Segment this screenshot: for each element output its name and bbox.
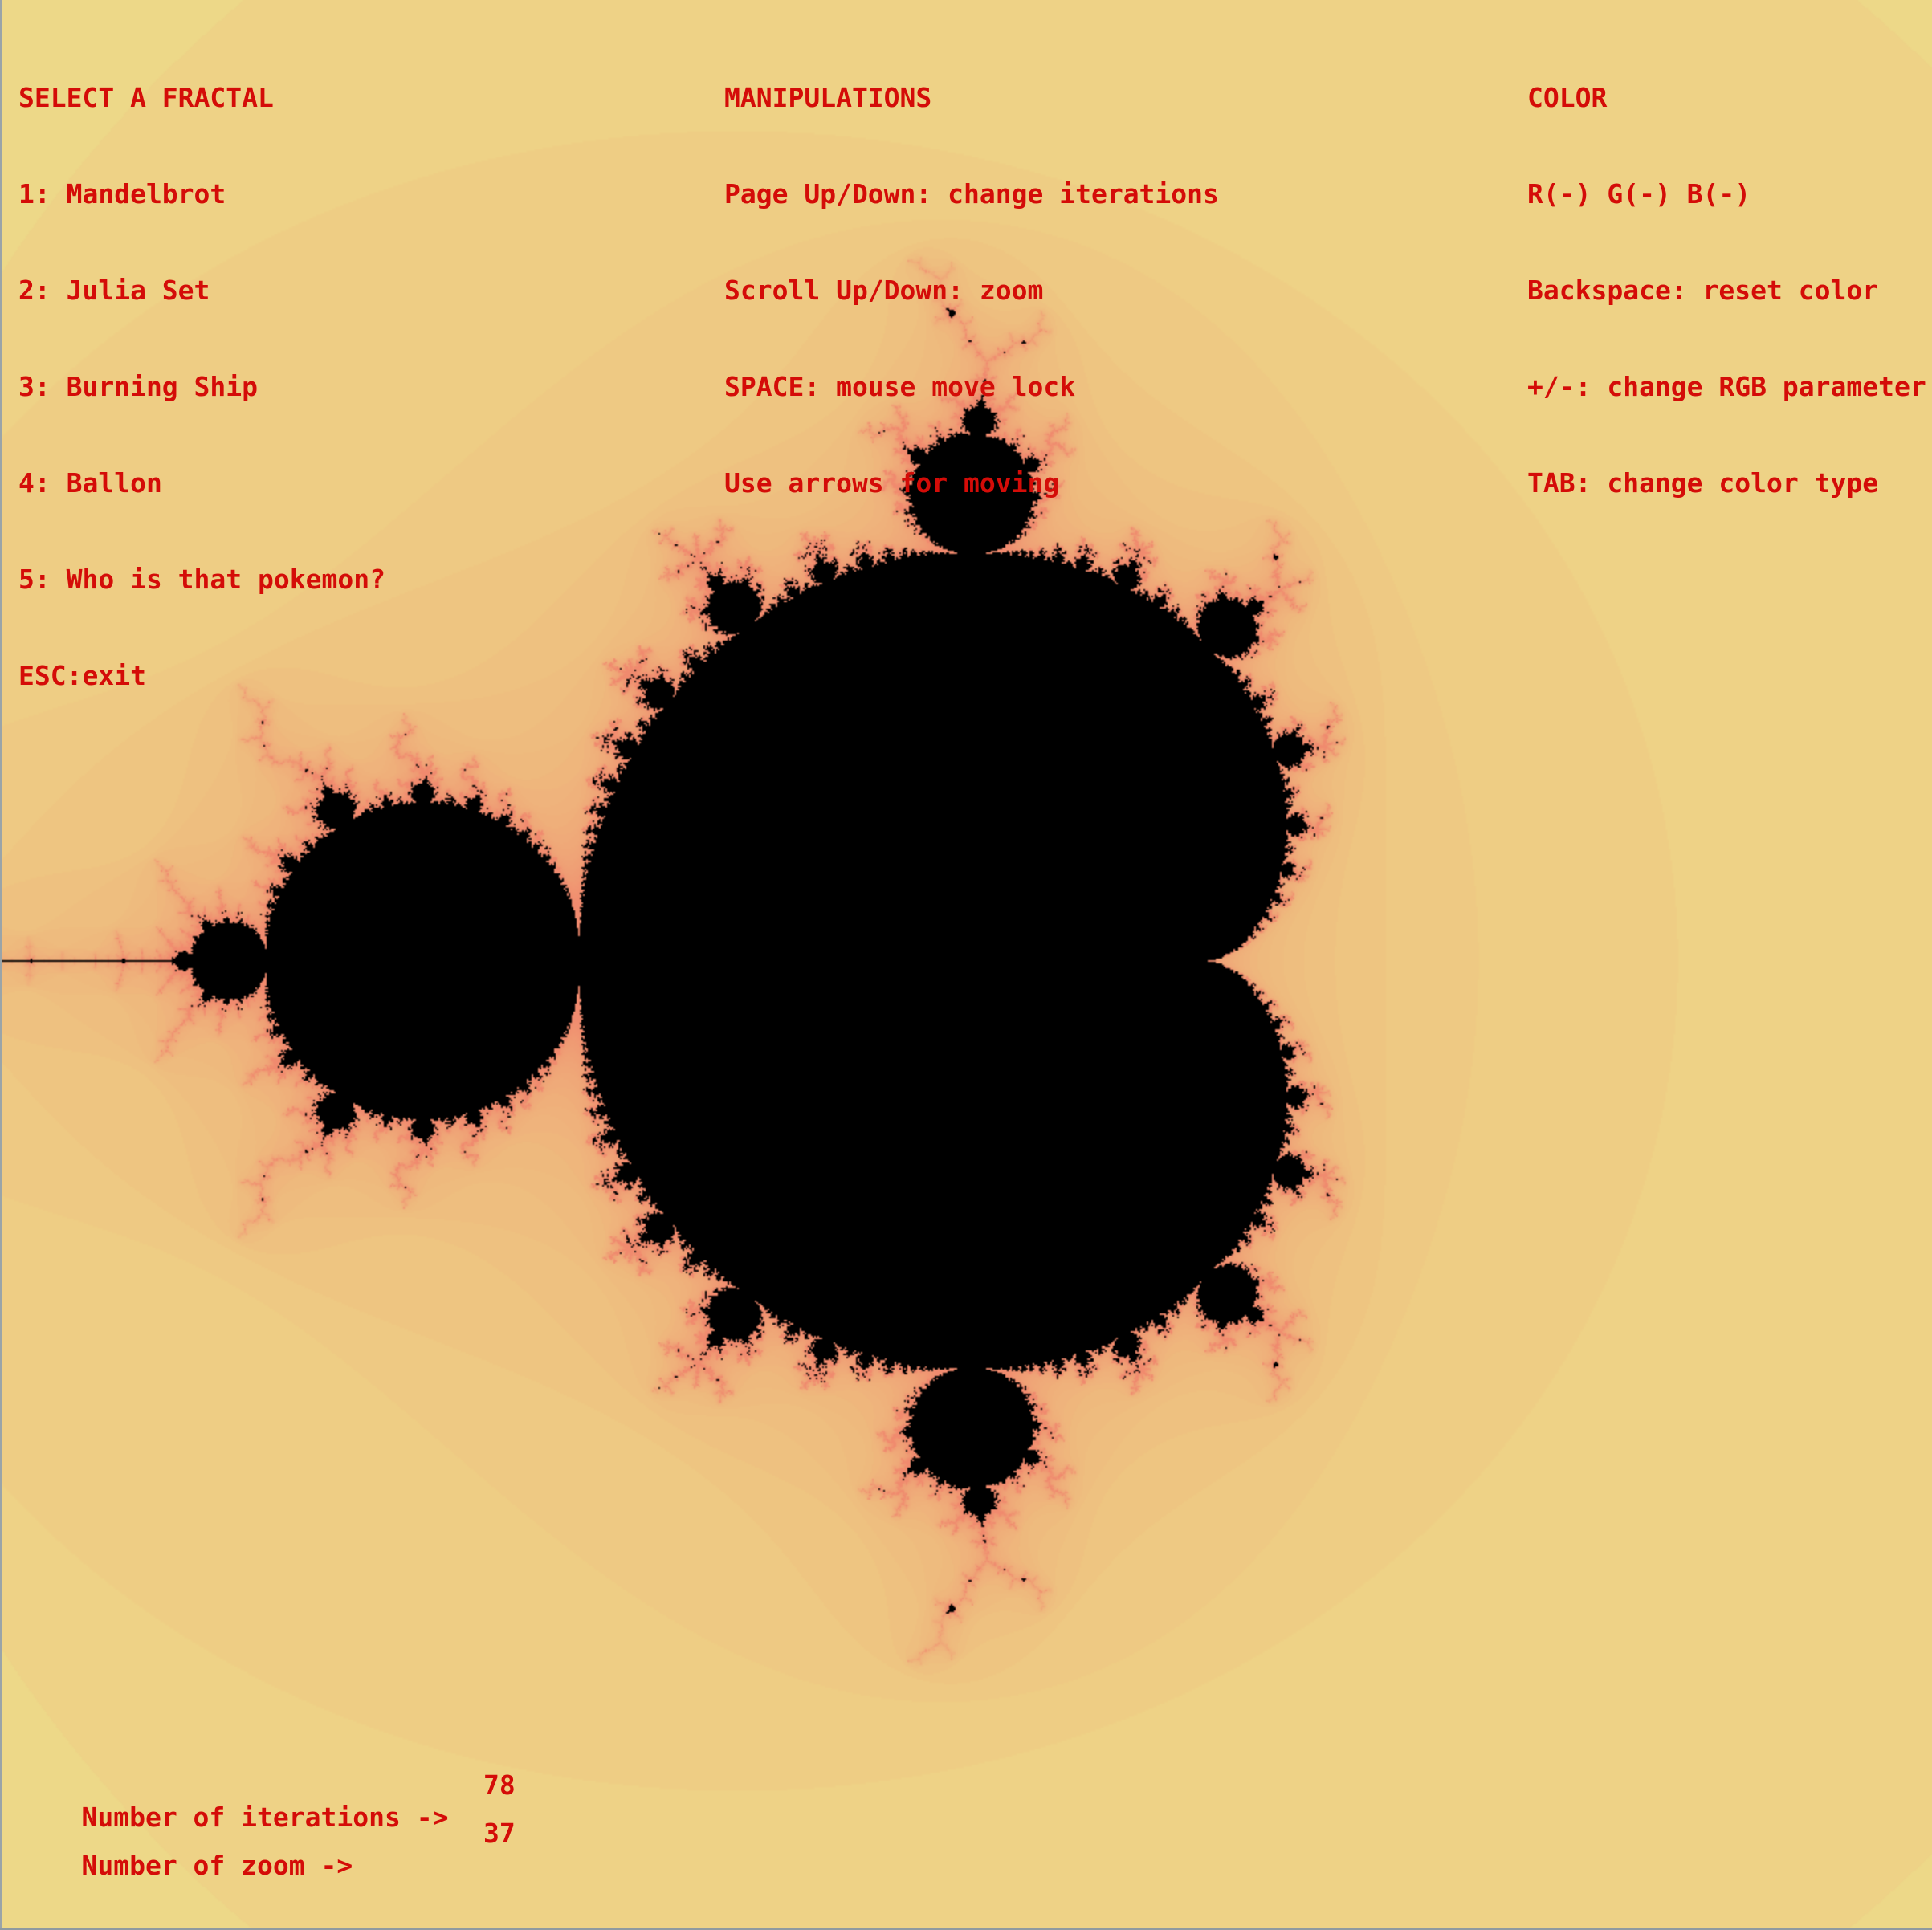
fractal-option-pokemon: 5: Who is that pokemon? bbox=[18, 564, 385, 595]
fractal-option-burning-ship: 3: Burning Ship bbox=[18, 371, 259, 402]
iterations-value: 78 bbox=[483, 1769, 516, 1801]
color-help: COLOR R(-) G(-) B(-) Backspace: reset co… bbox=[1527, 18, 1926, 564]
color-title: COLOR bbox=[1527, 82, 1608, 113]
fractal-select-menu: SELECT A FRACTAL 1: Mandelbrot 2: Julia … bbox=[18, 18, 385, 756]
zoom-value: 37 bbox=[483, 1818, 516, 1849]
manipulations-help: MANIPULATIONS Page Up/Down: change itera… bbox=[724, 18, 1219, 564]
hint-reset-color: Backspace: reset color bbox=[1527, 275, 1879, 306]
window-left-border bbox=[0, 0, 2, 1930]
fractal-option-mandelbrot: 1: Mandelbrot bbox=[18, 178, 226, 210]
fractal-window[interactable]: SELECT A FRACTAL 1: Mandelbrot 2: Julia … bbox=[0, 0, 1932, 1930]
exit-hint: ESC:exit bbox=[18, 660, 146, 691]
fractal-option-julia: 2: Julia Set bbox=[18, 275, 210, 306]
manipulations-title: MANIPULATIONS bbox=[724, 82, 932, 113]
zoom-readout: Number of zoom -> 37 bbox=[18, 1818, 515, 1930]
fractal-menu-title: SELECT A FRACTAL bbox=[18, 82, 274, 113]
hint-zoom: Scroll Up/Down: zoom bbox=[724, 275, 1044, 306]
zoom-label: Number of zoom -> bbox=[81, 1850, 353, 1881]
hint-color-type: TAB: change color type bbox=[1527, 467, 1879, 499]
fractal-option-ballon: 4: Ballon bbox=[18, 467, 162, 499]
hint-arrows: Use arrows for moving bbox=[724, 467, 1060, 499]
hint-iterations: Page Up/Down: change iterations bbox=[724, 178, 1219, 210]
rgb-status: R(-) G(-) B(-) bbox=[1527, 178, 1751, 210]
hint-mouse-lock: SPACE: mouse move lock bbox=[724, 371, 1076, 402]
hint-rgb-parameter: +/-: change RGB parameter bbox=[1527, 371, 1926, 402]
